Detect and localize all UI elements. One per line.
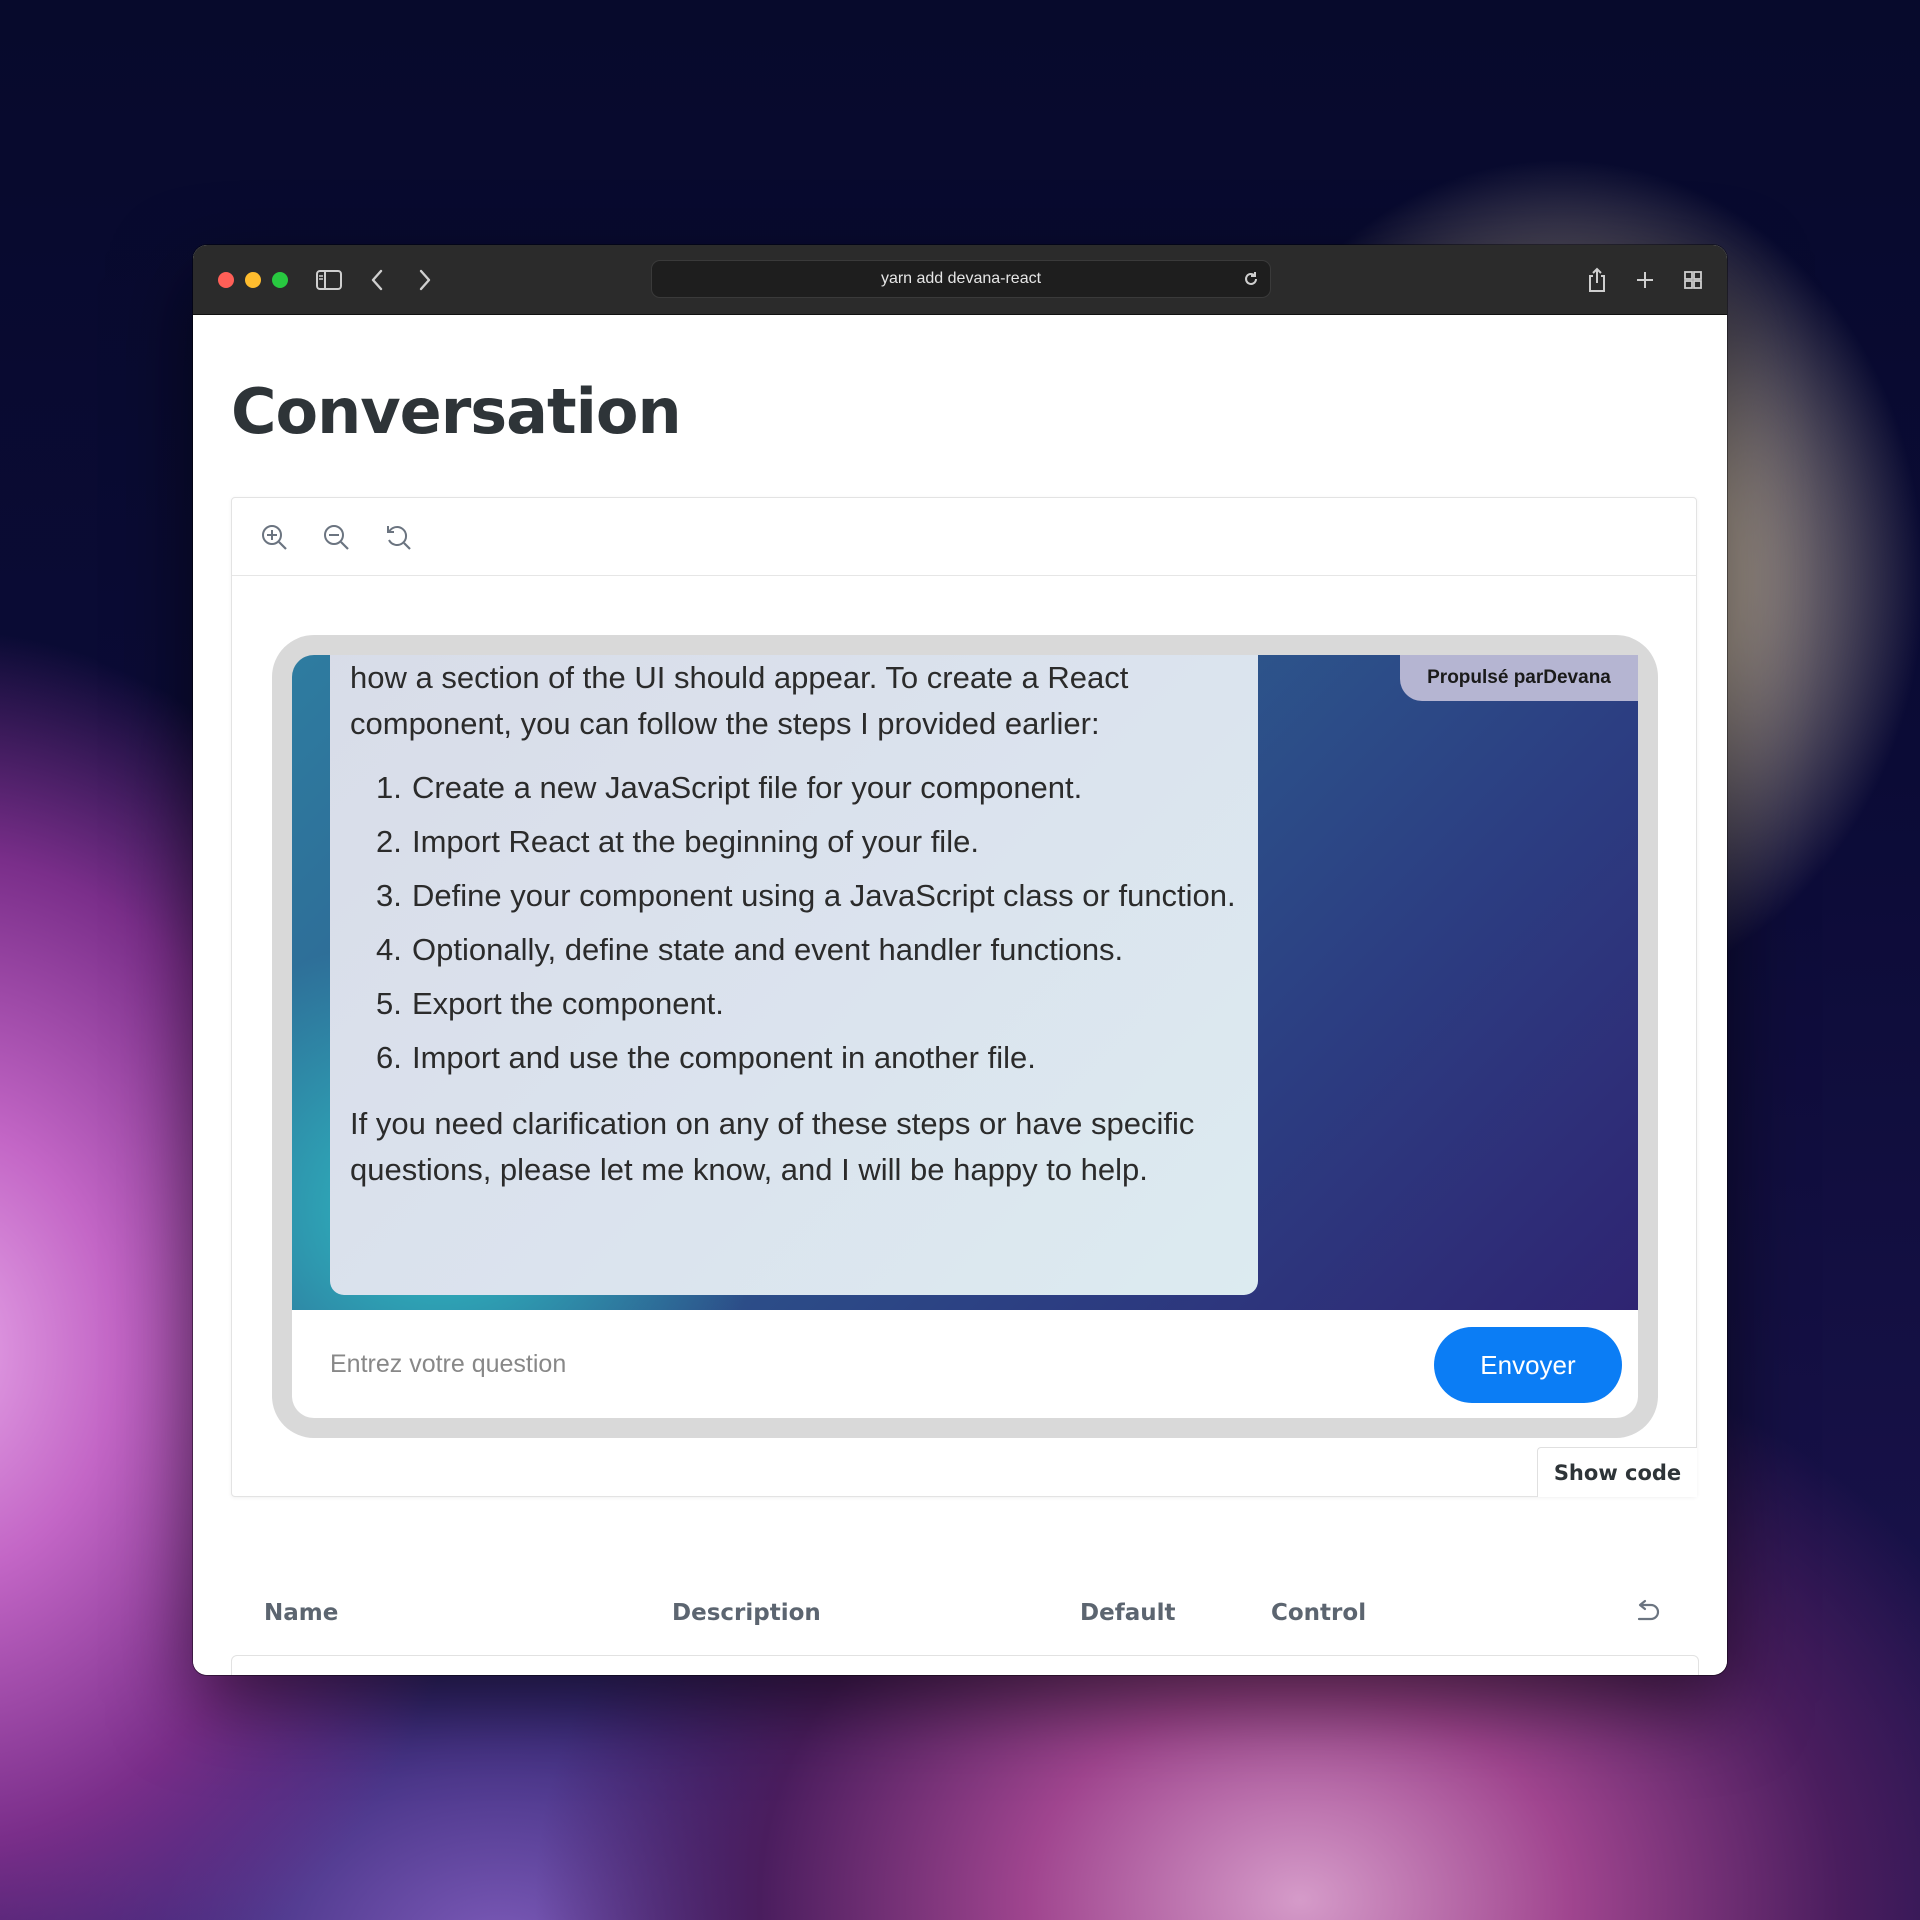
browser-window: yarn add devana-react Conversation how a… <box>193 245 1727 1675</box>
list-item: 3. Define your component using a JavaScri… <box>376 878 1236 913</box>
page-title: Conversation <box>231 375 682 448</box>
forward-icon[interactable] <box>411 267 439 293</box>
page-content: Conversation how a section of the UI sho… <box>193 315 1727 1675</box>
address-bar[interactable]: yarn add devana-react <box>651 260 1271 298</box>
assistant-message-bubble: how a section of the UI should appear. T… <box>330 655 1258 1295</box>
args-table-body <box>231 1655 1699 1675</box>
steps-list: 1. Create a new JavaScript file for your … <box>376 765 1238 1081</box>
zoom-in-icon[interactable] <box>258 521 290 553</box>
story-canvas: how a section of the UI should appear. T… <box>231 497 1697 1497</box>
address-text: yarn add devana-react <box>880 270 1042 287</box>
send-button[interactable]: Envoyer <box>1434 1327 1622 1403</box>
list-item: 1. Create a new JavaScript file for your … <box>376 770 1083 805</box>
list-item: 6. Import and use the component in anothe… <box>376 1040 1036 1075</box>
list-item: 4. Optionally, define state and event han… <box>376 932 1124 967</box>
column-header-default: Default <box>1080 1600 1176 1626</box>
message-lead-text: how a section of the UI should appear. T… <box>350 660 1129 741</box>
show-code-button[interactable]: Show code <box>1537 1447 1697 1497</box>
message-outro-text: If you need clarification on any of thes… <box>350 1106 1195 1187</box>
tab-overview-icon[interactable] <box>1679 267 1707 293</box>
column-header-name: Name <box>264 1600 339 1626</box>
chat-input-bar: Envoyer <box>292 1310 1638 1418</box>
share-icon[interactable] <box>1583 267 1611 293</box>
reset-zoom-icon[interactable] <box>382 521 414 553</box>
question-input[interactable] <box>330 1338 1350 1390</box>
close-window-button[interactable] <box>218 272 234 288</box>
browser-titlebar: yarn add devana-react <box>193 245 1727 315</box>
powered-by-badge[interactable]: Propulsé parDevana <box>1400 655 1638 701</box>
reload-icon[interactable] <box>1242 270 1260 293</box>
sidebar-toggle-icon[interactable] <box>315 267 343 293</box>
maximize-window-button[interactable] <box>272 272 288 288</box>
canvas-toolbar <box>232 498 1696 576</box>
chat-messages-area[interactable]: how a section of the UI should appear. T… <box>292 655 1638 1310</box>
column-header-control: Control <box>1271 1600 1367 1626</box>
chat-widget: how a section of the UI should appear. T… <box>272 635 1658 1438</box>
list-item: 2. Import React at the beginning of your … <box>376 824 979 859</box>
list-item: 5. Export the component. <box>376 986 724 1021</box>
column-header-description: Description <box>672 1600 821 1626</box>
minimize-window-button[interactable] <box>245 272 261 288</box>
zoom-out-icon[interactable] <box>320 521 352 553</box>
reset-controls-icon[interactable] <box>1633 1599 1661 1631</box>
back-icon[interactable] <box>363 267 391 293</box>
new-tab-icon[interactable] <box>1631 267 1659 293</box>
args-table-header: Name Description Default Control <box>231 1585 1697 1645</box>
